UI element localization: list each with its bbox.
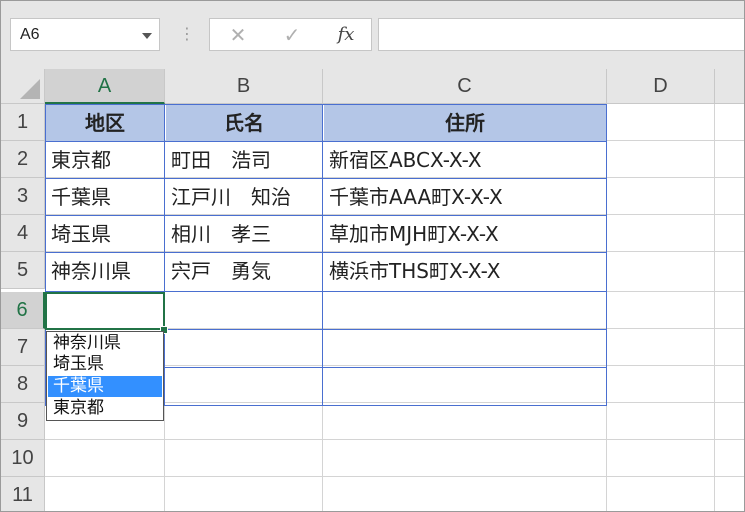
table-border [45,141,607,142]
header-cell-name[interactable]: 氏名 [166,105,322,141]
table-border [45,178,607,179]
row-header-11[interactable]: 11 [1,477,45,511]
cancel-icon[interactable]: ✕ [220,22,256,48]
column-header-c[interactable]: C [323,69,607,104]
table-border [45,252,607,253]
formula-buttons: ✕ ✓ fx [209,18,372,51]
table-cell[interactable]: 江戸川 知治 [166,179,322,215]
dropdown-option[interactable]: 埼玉県 [48,354,162,375]
table-border [164,104,165,406]
column-header-e[interactable] [715,69,744,104]
row-header-4[interactable]: 4 [1,215,45,252]
table-cell[interactable]: 新宿区ABCX-X-X [324,142,606,178]
gridline [606,104,607,511]
dropdown-option[interactable]: 神奈川県 [48,333,162,354]
dropdown-option[interactable]: 東京都 [48,398,162,419]
table-cell[interactable]: 神奈川県 [46,253,164,291]
name-box[interactable]: A6 [10,18,160,51]
row-header-6[interactable]: 6 [1,292,45,329]
gridline [45,439,744,440]
table-cell[interactable]: 千葉県 [46,179,164,215]
name-box-value: A6 [20,26,40,43]
column-header-a[interactable]: A [45,69,165,104]
table-border [45,215,607,216]
table-cell[interactable]: 埼玉県 [46,216,164,252]
header-cell-address[interactable]: 住所 [324,105,606,141]
row-header-9[interactable]: 9 [1,403,45,440]
column-header-b[interactable]: B [165,69,323,104]
excel-window: A6 ⋮ ✕ ✓ fx A B C D 1 2 3 4 5 6 7 8 9 10… [0,0,745,512]
active-cell[interactable] [45,292,165,330]
drag-handle-icon[interactable]: ⋮ [179,24,195,44]
table-cell[interactable]: 宍戸 勇気 [166,253,322,291]
row-header-8[interactable]: 8 [1,366,45,403]
row-header-2[interactable]: 2 [1,141,45,178]
table-cell[interactable]: 東京都 [46,142,164,178]
formula-bar: A6 ⋮ ✕ ✓ fx [1,1,744,69]
table-cell[interactable]: 相川 孝三 [166,216,322,252]
table-border [322,104,323,406]
gridline [714,104,715,511]
chevron-down-icon[interactable] [142,33,152,39]
row-header-10[interactable]: 10 [1,440,45,477]
formula-input[interactable] [378,18,744,51]
table-cell[interactable]: 草加市MJH町X-X-X [324,216,606,252]
gridline [45,476,744,477]
header-cell-district[interactable]: 地区 [46,105,164,141]
row-header-7[interactable]: 7 [1,329,45,366]
column-header-d[interactable]: D [607,69,715,104]
autocomplete-dropdown: 神奈川県 埼玉県 千葉県 東京都 [46,331,164,421]
row-header-1[interactable]: 1 [1,104,45,141]
row-header-5[interactable]: 5 [1,252,45,289]
select-all-icon [20,79,40,99]
table-cell[interactable]: 町田 浩司 [166,142,322,178]
insert-function-icon[interactable]: fx [328,22,364,48]
row-header-3[interactable]: 3 [1,178,45,215]
table-cell[interactable]: 横浜市THS町X-X-X [324,253,606,291]
enter-icon[interactable]: ✓ [274,22,310,48]
select-all-button[interactable] [1,69,45,104]
dropdown-option-highlighted[interactable]: 千葉県 [48,376,162,397]
table-cell[interactable]: 千葉市AAA町X-X-X [324,179,606,215]
